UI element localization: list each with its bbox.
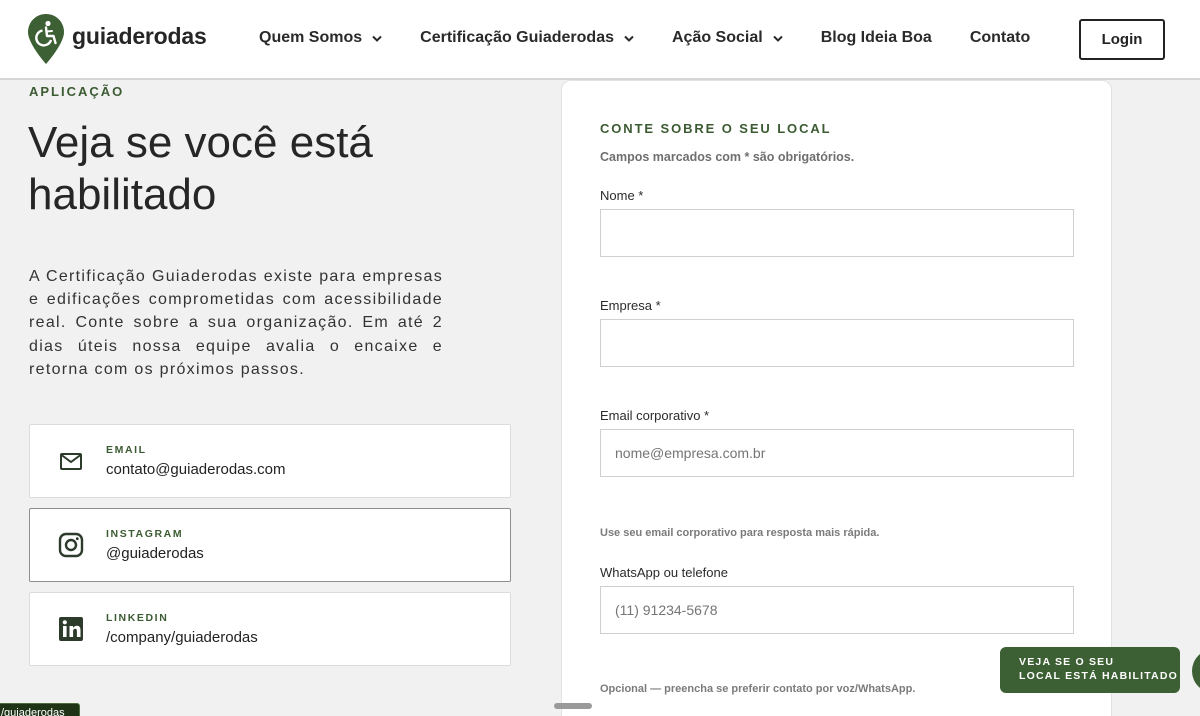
name-label: Nome * [600,188,644,203]
nav-item-acao-social[interactable]: Ação Social [672,29,783,47]
cta-line-1: VEJA SE O SEU [1019,656,1115,668]
nav-item-contato[interactable]: Contato [970,29,1030,47]
contact-value: /company/guiaderodas [106,629,258,646]
login-button[interactable]: Login [1079,19,1165,60]
chevron-down-icon [624,35,634,42]
email-help-text: Use seu email corporativo para resposta … [600,527,880,539]
chevron-down-icon [772,35,783,42]
brand-name: guiaderodas [72,22,207,49]
contact-value: contato@guiaderodas.com [106,461,286,478]
nav-item-certificacao[interactable]: Certificação Guiaderodas [420,29,634,47]
mail-icon [58,448,84,474]
contact-value: @guiaderodas [106,545,204,562]
phone-field[interactable] [600,586,1074,634]
required-note: Campos marcados com * são obrigatórios. [600,150,855,164]
intro-paragraph: A Certificação Guiaderodas existe para e… [29,268,443,378]
instagram-icon [58,532,84,558]
email-label: Email corporativo * [600,408,710,423]
link-tooltip: /guiaderodas [0,703,80,716]
page-title: Veja se você está habilitado [28,118,373,219]
phone-label: WhatsApp ou telefone [600,565,728,580]
company-label: Empresa * [600,298,661,313]
scroll-handle[interactable] [554,703,592,709]
linkedin-icon [58,616,84,642]
phone-help-text: Opcional — preencha se preferir contato … [600,683,916,695]
nav-item-label: Contato [969,29,1031,46]
nav-item-label: Certificação Guiaderodas [420,29,614,46]
cta-line-2: LOCAL ESTÁ HABILITADO [1019,670,1178,682]
contact-card-linkedin[interactable]: LINKEDIN /company/guiaderodas [29,592,511,666]
main-nav: Quem Somos Certificação Guiaderodas Ação… [259,29,1068,47]
contact-label: EMAIL [106,444,147,456]
email-field[interactable] [600,429,1074,477]
floating-action-button[interactable] [1192,649,1200,693]
name-input[interactable] [600,209,1074,257]
brand-logo[interactable]: guiaderodas [28,14,207,64]
chevron-down-icon [372,35,382,42]
eligibility-cta-button[interactable]: VEJA SE O SEU LOCAL ESTÁ HABILITADO [1000,647,1180,693]
form-title: CONTE SOBRE O SEU LOCAL [600,121,832,136]
nav-item-quem-somos[interactable]: Quem Somos [259,29,382,47]
contact-label: LINKEDIN [106,612,169,624]
contact-card-instagram[interactable]: INSTAGRAM @guiaderodas [29,508,511,582]
site-header: guiaderodas Quem Somos Certificação Guia… [0,0,1200,80]
company-input[interactable] [600,319,1074,367]
nav-item-label: Blog Ideia Boa [820,29,932,46]
nav-item-blog[interactable]: Blog Ideia Boa [821,29,932,47]
nav-item-label: Quem Somos [259,29,363,46]
section-eyebrow: APLICAÇÃO [29,84,125,99]
contact-label: INSTAGRAM [106,528,184,540]
contact-card-email[interactable]: EMAIL contato@guiaderodas.com [29,424,511,498]
wheelchair-pin-icon [28,14,64,64]
nav-item-label: Ação Social [671,29,763,46]
